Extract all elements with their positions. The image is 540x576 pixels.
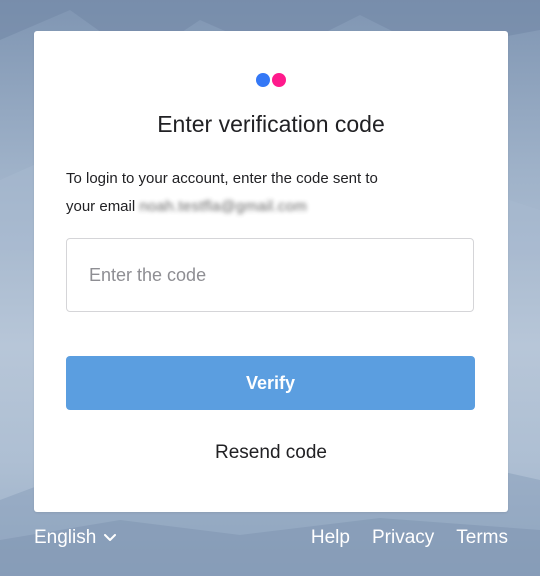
redacted-email: noah.testfla@gmail.com — [139, 198, 308, 215]
chevron-down-icon — [104, 534, 117, 541]
instruction-line-2-prefix: your email — [66, 198, 136, 215]
resend-code-link[interactable]: Resend code — [34, 442, 508, 464]
page-title: Enter verification code — [157, 111, 385, 137]
page-footer: English Help Privacy Terms — [34, 527, 508, 553]
verify-button[interactable]: Verify — [66, 356, 475, 410]
logo-blue-dot — [256, 73, 270, 87]
instruction-text: To login to your account, enter the code… — [66, 165, 486, 221]
terms-link[interactable]: Terms — [456, 527, 508, 549]
instruction-line-1: To login to your account, enter the code… — [66, 170, 378, 187]
footer-links: Help Privacy Terms — [311, 527, 508, 549]
language-selector[interactable]: English — [34, 527, 117, 549]
logo-pink-dot — [272, 73, 286, 87]
help-link[interactable]: Help — [311, 527, 350, 549]
flickr-dots-icon — [256, 73, 288, 87]
verification-code-input[interactable] — [66, 238, 474, 312]
privacy-link[interactable]: Privacy — [372, 527, 434, 549]
language-label: English — [34, 527, 97, 548]
verification-card: Enter verification code To login to your… — [34, 31, 508, 512]
